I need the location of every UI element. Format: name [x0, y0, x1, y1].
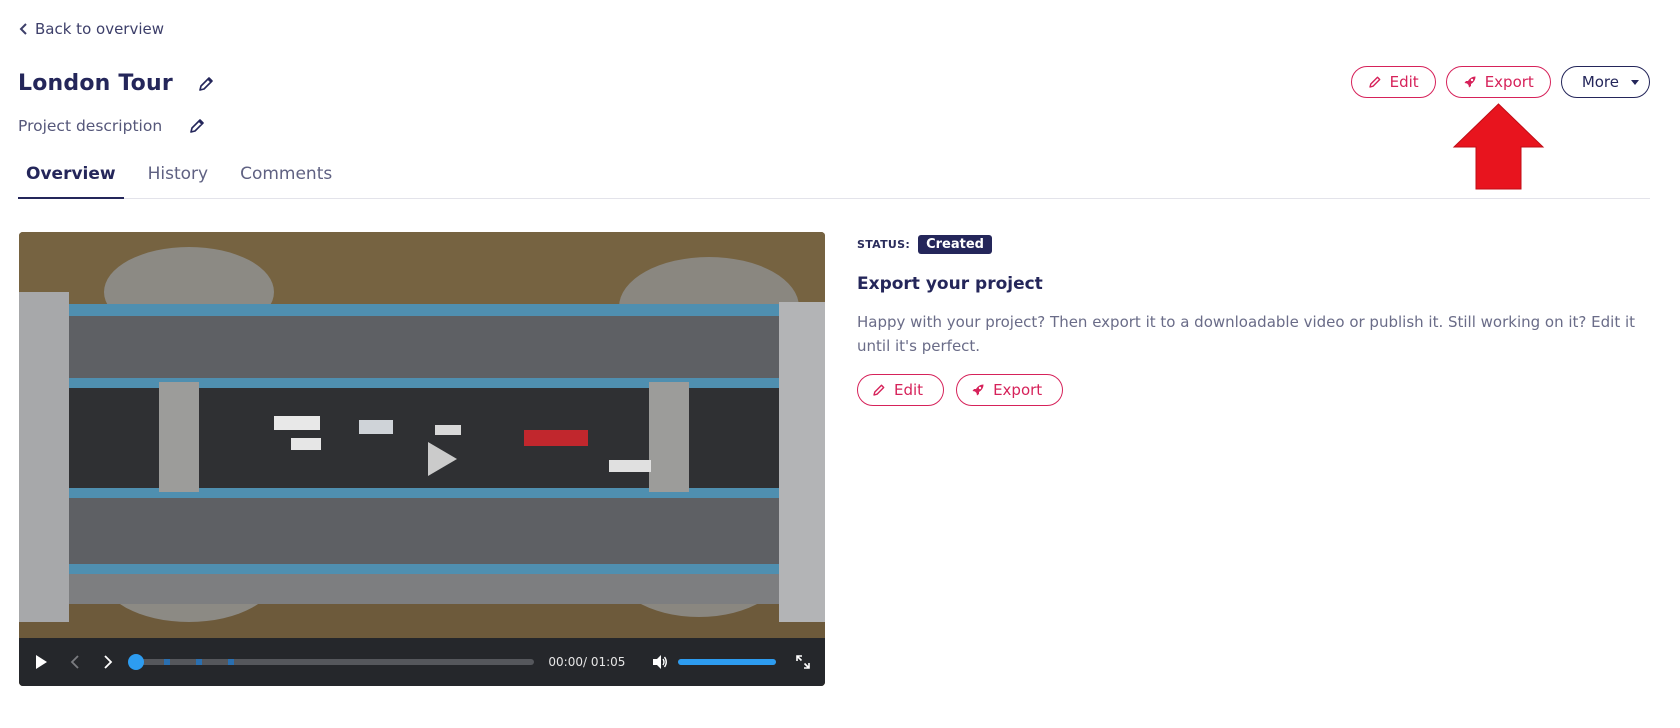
chevron-left-icon	[19, 23, 27, 35]
status-badge: Created	[918, 235, 992, 254]
fullscreen-icon	[795, 655, 810, 669]
panel-edit-button[interactable]: Edit	[857, 374, 945, 406]
panel-export-button[interactable]: Export	[956, 374, 1064, 406]
progress-marker	[227, 659, 234, 665]
more-dropdown-button[interactable]: More	[1560, 66, 1650, 98]
panel-title: Export your project	[857, 274, 1043, 294]
volume-icon	[652, 655, 667, 669]
progress-knob[interactable]	[127, 654, 144, 670]
back-link-label: Back to overview	[35, 20, 165, 38]
panel-export-label: Export	[993, 381, 1043, 399]
progress-bar[interactable]	[127, 654, 535, 670]
previous-button[interactable]	[64, 649, 89, 675]
volume-slider[interactable]	[678, 659, 777, 665]
export-button-label: Export	[1484, 73, 1534, 91]
pencil-icon	[1368, 76, 1381, 88]
edit-description-button[interactable]	[186, 115, 208, 137]
video-thumbnail	[19, 232, 825, 686]
more-button-label: More	[1581, 73, 1619, 91]
volume-fill	[678, 659, 777, 665]
header-actions: Edit Export More	[1350, 66, 1650, 98]
description-row: Project description	[18, 115, 208, 137]
title-row: London Tour	[18, 71, 217, 96]
pencil-icon	[199, 76, 213, 91]
edit-title-button[interactable]	[195, 73, 217, 95]
volume-button[interactable]	[647, 649, 672, 675]
chevron-right-icon	[104, 655, 113, 669]
back-to-overview-link[interactable]: Back to overview	[19, 20, 164, 38]
pencil-icon	[873, 384, 885, 396]
tab-bar: Overview History Comments	[18, 156, 1650, 199]
page-title: London Tour	[18, 71, 173, 96]
panel-actions: Edit Export	[857, 374, 1667, 406]
fullscreen-button[interactable]	[790, 649, 815, 675]
status-label: STATUS:	[857, 238, 911, 251]
tab-comments[interactable]: Comments	[232, 156, 340, 199]
time-display: 00:00/ 01:05	[548, 655, 626, 669]
panel-edit-label: Edit	[894, 381, 924, 399]
status-row: STATUS: Created	[857, 235, 1667, 254]
tab-overview[interactable]: Overview	[18, 156, 124, 199]
chevron-left-icon	[71, 655, 80, 669]
play-icon	[36, 655, 48, 669]
video-controls: 00:00/ 01:05	[19, 638, 825, 686]
caret-down-icon	[1631, 79, 1639, 85]
next-button[interactable]	[95, 649, 120, 675]
export-panel: STATUS: Created Export your project Happ…	[857, 235, 1667, 406]
video-player[interactable]: 00:00/ 01:05	[19, 232, 825, 686]
export-button[interactable]: Export	[1445, 66, 1551, 98]
play-overlay-icon[interactable]	[424, 439, 460, 479]
progress-marker	[195, 659, 202, 665]
tab-history[interactable]: History	[140, 156, 216, 199]
progress-marker	[163, 659, 170, 665]
edit-button-label: Edit	[1389, 73, 1419, 91]
edit-button[interactable]: Edit	[1350, 66, 1436, 98]
panel-text: Happy with your project? Then export it …	[857, 313, 1636, 355]
project-description: Project description	[18, 117, 163, 135]
pencil-icon	[190, 119, 204, 133]
play-button[interactable]	[29, 649, 54, 675]
annotation-arrow-up-icon	[1452, 103, 1545, 190]
rocket-icon	[1464, 76, 1476, 88]
rocket-icon	[972, 384, 984, 396]
